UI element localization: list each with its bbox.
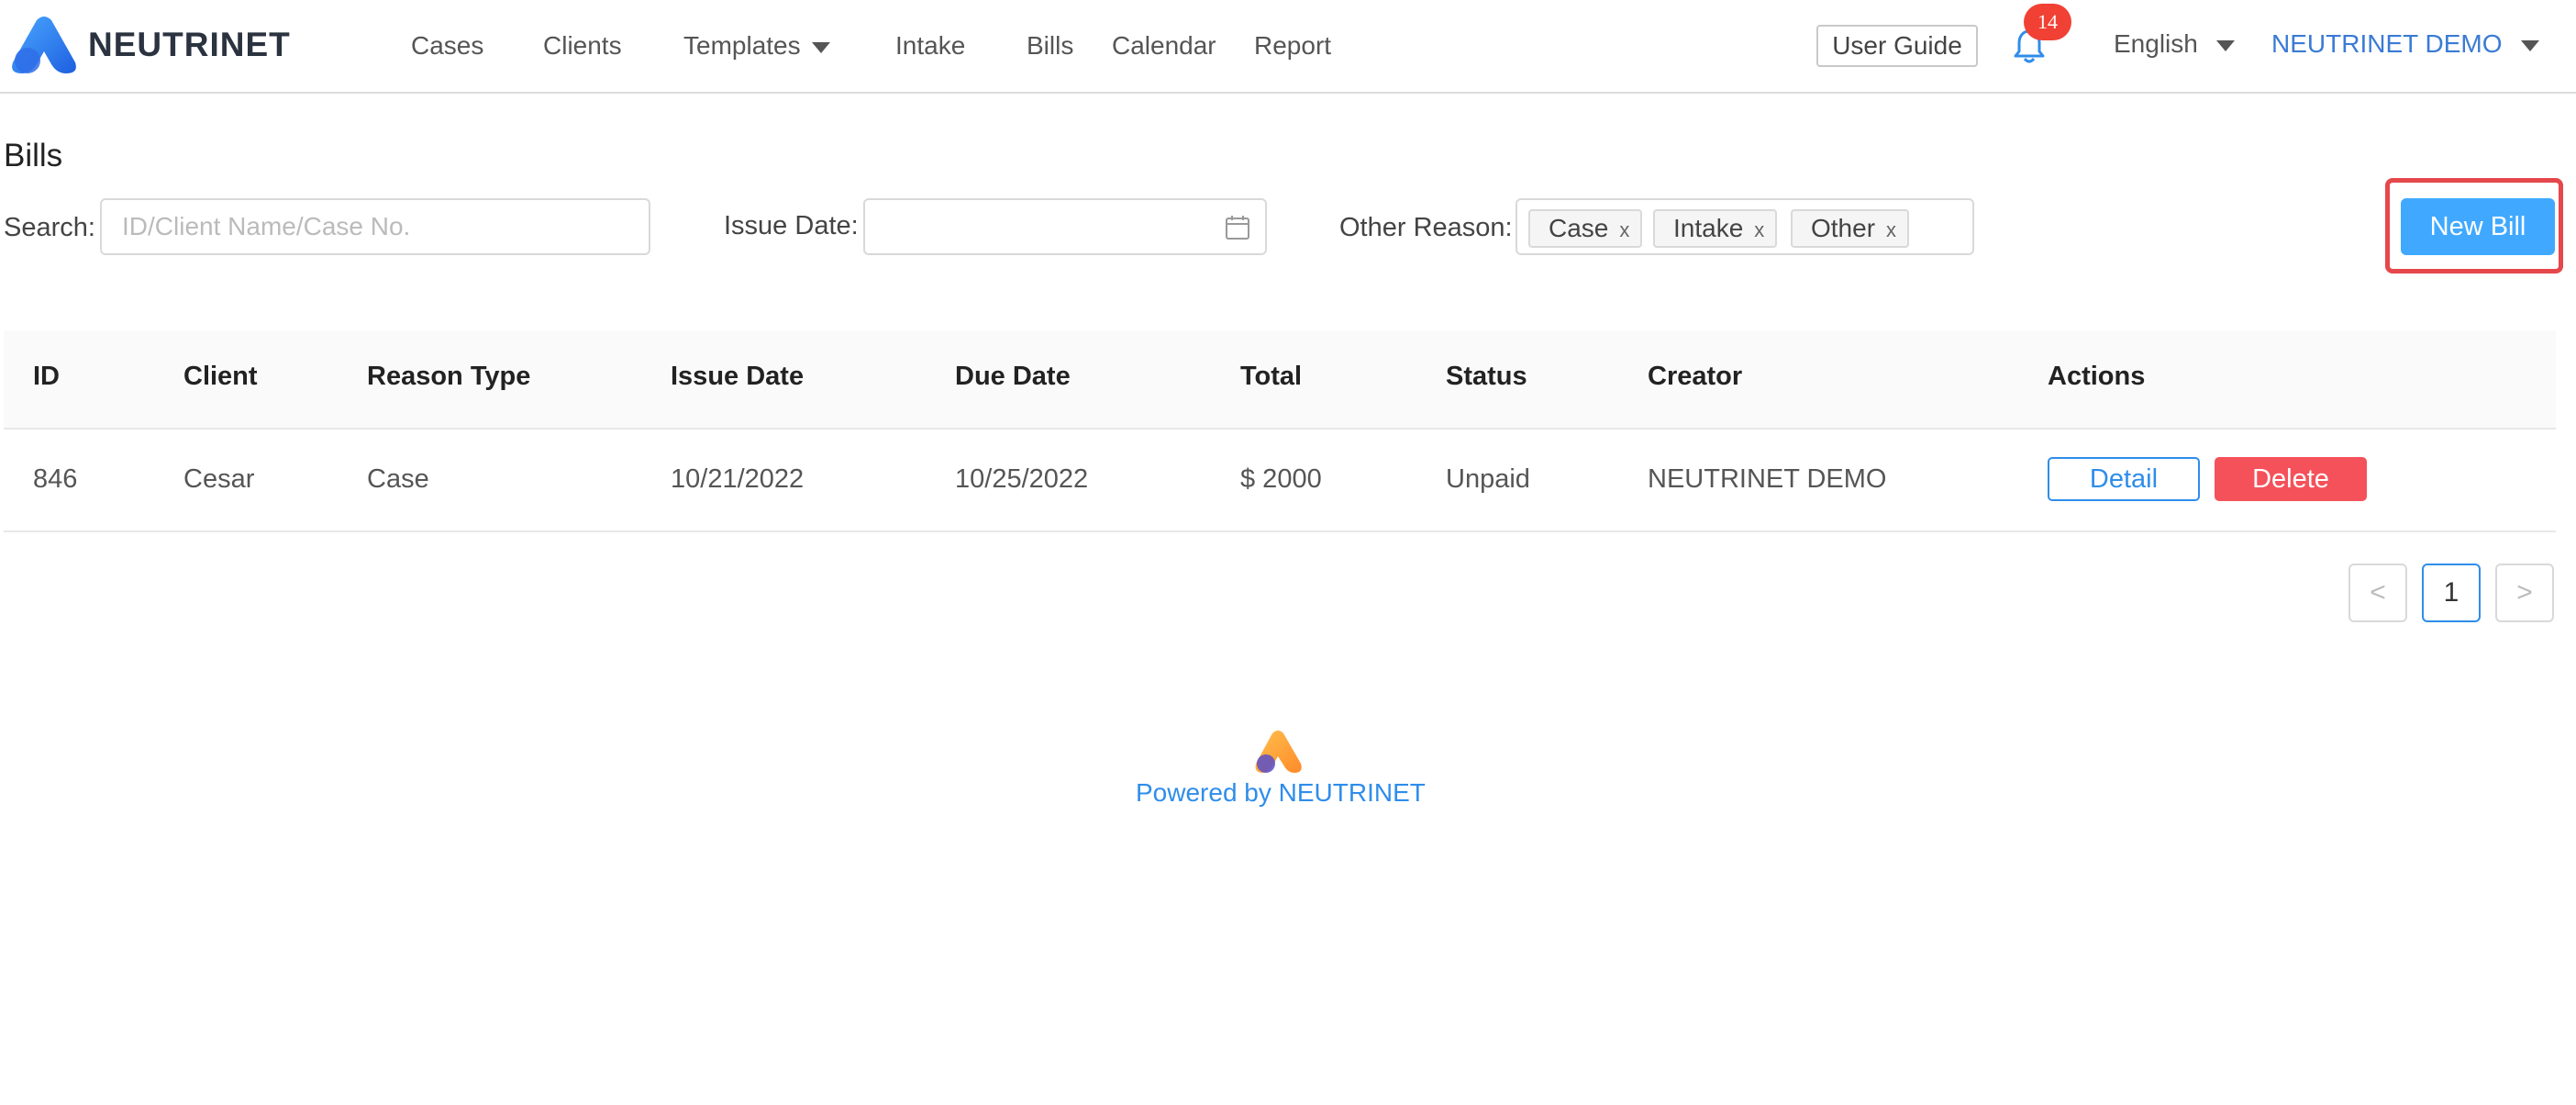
- issue-date-label: Issue Date:: [724, 211, 859, 240]
- nav-intake[interactable]: Intake: [895, 28, 965, 64]
- caret-down-icon: [811, 41, 830, 53]
- calendar-icon: [1226, 216, 1249, 240]
- cell-client: Cesar: [183, 464, 255, 494]
- table-header: ID Client Reason Type Issue Date Due Dat…: [4, 330, 2556, 430]
- search-label: Search:: [4, 213, 95, 242]
- close-icon[interactable]: x: [1886, 218, 1896, 241]
- column-header[interactable]: Status: [1446, 362, 1527, 392]
- nav-clients[interactable]: Clients: [543, 28, 622, 64]
- language-selector[interactable]: English: [2114, 26, 2235, 62]
- cell-total: $ 2000: [1240, 464, 1322, 494]
- column-header[interactable]: Total: [1240, 362, 1302, 392]
- cell-reason-type: Case: [367, 464, 429, 494]
- pagination-prev-button[interactable]: <: [2348, 564, 2407, 622]
- detail-button[interactable]: Detail: [2048, 457, 2200, 501]
- issue-date-picker[interactable]: [863, 198, 1267, 255]
- user-guide-button[interactable]: User Guide: [1816, 25, 1978, 67]
- nav-templates-label: Templates: [683, 31, 801, 60]
- pagination-next-button[interactable]: >: [2495, 564, 2554, 622]
- page-title: Bills: [4, 138, 63, 173]
- cell-issue-date: 10/21/2022: [671, 464, 805, 494]
- caret-down-icon: [2215, 39, 2235, 51]
- column-header[interactable]: Creator: [1648, 362, 1742, 392]
- user-menu[interactable]: NEUTRINET DEMO: [2271, 26, 2539, 62]
- other-reason-label: Other Reason:: [1339, 213, 1513, 242]
- reason-tag-other: Other x: [1791, 209, 1910, 248]
- top-header: NEUTRINET Cases Clients Templates Intake…: [0, 0, 2576, 94]
- reason-tag-label: Other: [1811, 214, 1876, 242]
- column-header[interactable]: Due Date: [955, 362, 1071, 392]
- notification-badge: 14: [2024, 4, 2071, 40]
- pagination-page-1[interactable]: 1: [2422, 564, 2481, 622]
- column-header[interactable]: Client: [183, 362, 258, 392]
- reason-tag-label: Intake: [1673, 214, 1744, 242]
- nav-report[interactable]: Report: [1254, 28, 1331, 64]
- cell-id: 846: [33, 464, 78, 494]
- language-label: English: [2114, 29, 2198, 58]
- nav-templates[interactable]: Templates: [683, 28, 830, 64]
- reason-tag-label: Case: [1549, 214, 1609, 242]
- new-bill-button[interactable]: New Bill: [2401, 198, 2555, 255]
- column-header[interactable]: ID: [33, 362, 60, 392]
- column-header[interactable]: Reason Type: [367, 362, 530, 392]
- delete-button[interactable]: Delete: [2215, 457, 2367, 501]
- brand-logo[interactable]: NEUTRINET: [9, 15, 291, 75]
- footer-logo-icon: [1255, 731, 1302, 773]
- other-reason-select[interactable]: Case x Intake x Other x: [1516, 198, 1974, 255]
- nav-bills[interactable]: Bills: [1027, 28, 1073, 64]
- nav-cases[interactable]: Cases: [411, 28, 483, 64]
- caret-down-icon: [2520, 39, 2539, 51]
- close-icon[interactable]: x: [1619, 218, 1629, 241]
- cell-due-date: 10/25/2022: [955, 464, 1089, 494]
- table-row: 846 Cesar Case 10/21/2022 10/25/2022 $ 2…: [4, 430, 2556, 532]
- cell-creator: NEUTRINET DEMO: [1648, 464, 1887, 494]
- nav-calendar[interactable]: Calendar: [1112, 28, 1216, 64]
- reason-tag-intake: Intake x: [1653, 209, 1778, 248]
- close-icon[interactable]: x: [1754, 218, 1764, 241]
- user-name: NEUTRINET DEMO: [2271, 29, 2503, 58]
- search-placeholder: ID/Client Name/Case No.: [122, 212, 411, 240]
- search-input[interactable]: ID/Client Name/Case No.: [100, 198, 650, 255]
- footer-powered-by[interactable]: Powered by NEUTRINET: [1136, 778, 1426, 808]
- column-header: Actions: [2048, 362, 2146, 391]
- reason-tag-case: Case x: [1528, 209, 1643, 248]
- column-header[interactable]: Issue Date: [671, 362, 804, 392]
- brand-name: NEUTRINET: [88, 26, 291, 63]
- logo-icon: [12, 17, 76, 73]
- cell-status: Unpaid: [1446, 464, 1530, 494]
